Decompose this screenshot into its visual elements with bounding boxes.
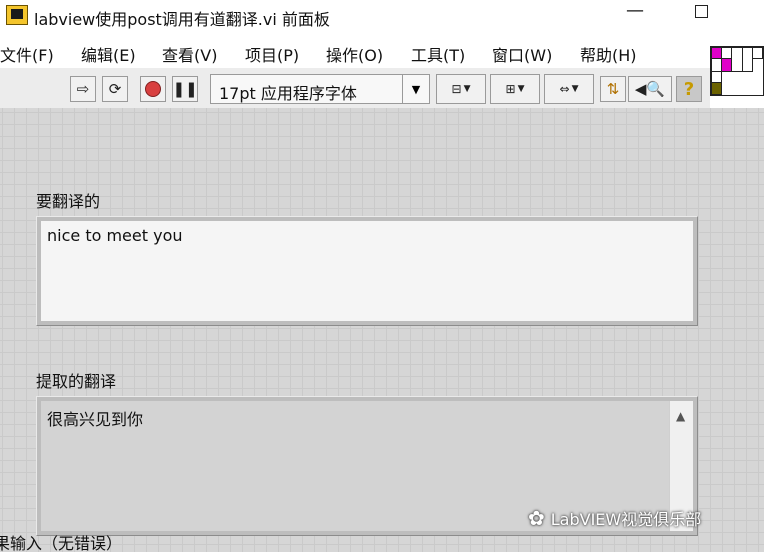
menu-bar: 文件(F) 编辑(E) 查看(V) 项目(P) 操作(O) 工具(T) 窗口(W… [0, 38, 710, 66]
menu-edit[interactable]: 编辑(E) [81, 42, 136, 66]
align-objects-button[interactable]: ⊟ ▼ [436, 74, 486, 104]
distribute-objects-icon: ⊞ [505, 82, 516, 96]
search-icon: ◀🔍 [634, 80, 666, 98]
reorder-button[interactable]: ⇅ [600, 76, 626, 102]
run-continuously-icon: ⟳ [108, 80, 122, 98]
string-control-value[interactable]: nice to meet you [41, 221, 693, 321]
string-control[interactable]: nice to meet you [36, 216, 698, 326]
chevron-down-icon: ▼ [571, 84, 579, 94]
search-button[interactable]: ◀🔍 [628, 76, 672, 102]
watermark: ✿ LabVIEW视觉俱乐部 [528, 506, 701, 530]
menu-operate[interactable]: 操作(O) [326, 42, 383, 66]
window-title: labview使用post调用有道翻译.vi 前面板 [34, 10, 330, 29]
scroll-up-arrow-icon[interactable]: ▲ [676, 409, 685, 423]
control-label: 要翻译的 [36, 192, 101, 211]
title-bar: labview使用post调用有道翻译.vi 前面板 — [0, 0, 764, 34]
abort-button[interactable] [140, 76, 166, 102]
reorder-icon: ⇅ [606, 80, 620, 98]
font-select[interactable]: 17pt 应用程序字体 ▼ [210, 74, 430, 104]
context-help-button[interactable]: ? [676, 76, 702, 102]
run-arrow-icon: ⇨ [76, 80, 90, 98]
chevron-down-icon: ▼ [463, 84, 471, 94]
watermark-text: LabVIEW视觉俱乐部 [550, 510, 702, 529]
run-button[interactable]: ⇨ [70, 76, 96, 102]
menu-tools[interactable]: 工具(T) [411, 42, 465, 66]
resize-objects-icon: ⇔ [559, 82, 570, 96]
maximize-button[interactable] [695, 5, 708, 18]
resize-objects-button[interactable]: ⇔ ▼ [544, 74, 594, 104]
pause-icon: ❚❚ [172, 80, 198, 98]
string-indicator-value: 很高兴见到你 [47, 410, 144, 429]
chevron-down-icon: ▼ [402, 75, 429, 103]
connector-terminal [711, 82, 722, 95]
align-objects-icon: ⊟ [451, 82, 462, 96]
minimize-button[interactable]: — [625, 2, 645, 22]
connector-terminal [721, 58, 732, 72]
indicator-label: 提取的翻译 [36, 372, 117, 391]
menu-help[interactable]: 帮助(H) [580, 42, 637, 66]
menu-file[interactable]: 文件(F) [0, 42, 54, 66]
font-select-value: 17pt 应用程序字体 [219, 84, 357, 103]
error-in-label: 果输入（无错误） [0, 534, 123, 553]
pause-button[interactable]: ❚❚ [172, 76, 198, 102]
menu-view[interactable]: 查看(V) [162, 42, 217, 66]
menu-project[interactable]: 项目(P) [245, 42, 299, 66]
abort-stop-icon [145, 81, 161, 97]
wechat-icon: ✿ [528, 506, 545, 530]
distribute-objects-button[interactable]: ⊞ ▼ [490, 74, 540, 104]
connector-pane-icon[interactable] [710, 46, 764, 96]
menu-window[interactable]: 窗口(W) [492, 42, 552, 66]
run-continuously-button[interactable]: ⟳ [102, 76, 128, 102]
context-help-icon: ? [683, 78, 695, 100]
labview-vi-icon [6, 5, 28, 25]
chevron-down-icon: ▼ [517, 84, 525, 94]
connector-terminal [752, 47, 763, 59]
toolbar: ⇨ ⟳ ❚❚ 17pt 应用程序字体 ▼ ⊟ ▼ ⊞ ▼ ⇔ ▼ ⇅ ◀🔍 ? [0, 68, 710, 109]
